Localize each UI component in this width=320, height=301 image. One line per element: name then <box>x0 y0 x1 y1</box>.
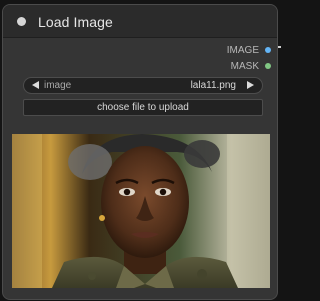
output-mask-label: MASK <box>230 60 259 72</box>
collapse-dot-icon[interactable] <box>17 17 26 26</box>
output-image-label: IMAGE <box>226 44 259 56</box>
image-combo-label: image <box>44 80 72 91</box>
portrait-image <box>12 134 270 288</box>
output-image[interactable]: IMAGE <box>227 43 271 57</box>
upload-button[interactable]: choose file to upload <box>23 99 263 116</box>
arrow-left-icon[interactable] <box>32 81 39 89</box>
image-combo-value: lala11.png <box>190 80 236 91</box>
image-preview <box>12 134 270 288</box>
output-mask-port-icon[interactable] <box>265 63 271 69</box>
image-combo-widget[interactable]: image lala11.png <box>23 77 263 94</box>
arrow-right-icon[interactable] <box>247 81 254 89</box>
output-image-port-icon[interactable] <box>265 47 271 53</box>
output-mask[interactable]: MASK <box>231 59 271 73</box>
node-title: Load Image <box>38 14 113 30</box>
node-title-bar[interactable]: Load Image <box>3 5 277 38</box>
graph-canvas[interactable]: Load Image IMAGE MASK image lala11.png c… <box>0 0 281 301</box>
load-image-node[interactable]: Load Image IMAGE MASK image lala11.png c… <box>2 4 278 300</box>
